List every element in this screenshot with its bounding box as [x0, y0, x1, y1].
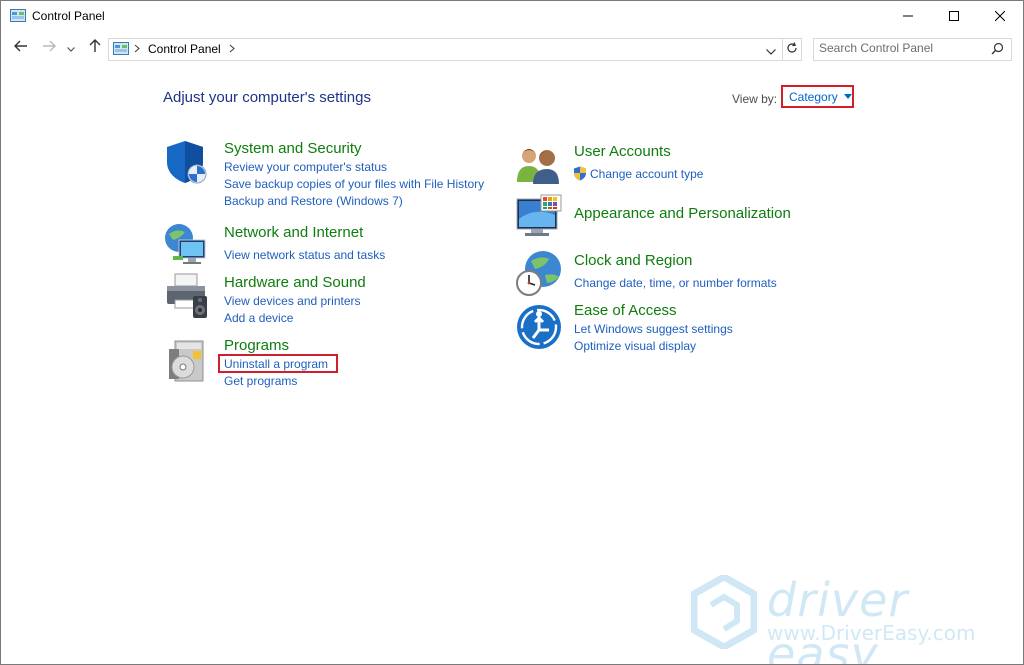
category-programs[interactable]: Programs: [224, 337, 289, 354]
uac-shield-icon: [573, 166, 587, 186]
link-optimize-visual-display[interactable]: Optimize visual display: [574, 339, 696, 353]
link-backup-and-restore[interactable]: Backup and Restore (Windows 7): [224, 194, 403, 208]
dropdown-caret-icon: [843, 94, 852, 99]
users-icon[interactable]: [515, 142, 563, 190]
view-by-value: Category: [789, 89, 838, 104]
control-panel-app-icon: [10, 9, 26, 22]
programs-disc-icon[interactable]: [163, 337, 211, 385]
arrow-right-icon: [42, 39, 56, 57]
link-view-devices-and-printers[interactable]: View devices and printers: [224, 294, 361, 308]
link-review-computer-status[interactable]: Review your computer's status: [224, 160, 387, 174]
category-user-accounts[interactable]: User Accounts: [574, 143, 671, 160]
breadcrumb-chevron-icon[interactable]: [229, 41, 235, 56]
forward-button[interactable]: [39, 38, 59, 58]
link-add-a-device[interactable]: Add a device: [224, 311, 293, 325]
address-bar[interactable]: Control Panel: [108, 38, 783, 61]
recent-locations-button[interactable]: [64, 38, 78, 58]
refresh-button[interactable]: [782, 38, 802, 61]
monitor-palette-icon[interactable]: [515, 193, 563, 241]
uninstall-highlight-box: [218, 354, 338, 373]
watermark-brand: driver easy: [767, 573, 909, 665]
view-by-dropdown[interactable]: Category: [781, 85, 854, 108]
category-system-and-security[interactable]: System and Security: [224, 140, 362, 157]
up-button[interactable]: [85, 38, 105, 58]
arrow-left-icon: [14, 39, 28, 57]
view-by-label: View by:: [732, 92, 778, 106]
control-panel-icon: [113, 42, 129, 55]
minimize-button[interactable]: [885, 1, 931, 32]
breadcrumb-control-panel[interactable]: Control Panel: [148, 42, 221, 56]
driver-easy-logo-icon: [690, 572, 758, 654]
driver-easy-watermark: driver easy www.DriverEasy.com: [690, 572, 1011, 664]
link-change-account-type[interactable]: Change account type: [590, 167, 703, 181]
printer-speaker-icon[interactable]: [163, 272, 211, 320]
page-heading: Adjust your computer's settings: [163, 89, 371, 106]
minimize-icon: [903, 8, 913, 26]
chevron-down-icon: [67, 39, 75, 57]
search-input[interactable]: [819, 41, 989, 55]
category-clock-and-region[interactable]: Clock and Region: [574, 252, 692, 269]
close-icon: [994, 8, 1006, 26]
clock-globe-icon[interactable]: [515, 249, 563, 297]
category-ease-of-access[interactable]: Ease of Access: [574, 302, 677, 319]
arrow-up-icon: [89, 38, 101, 58]
maximize-icon: [949, 8, 959, 26]
breadcrumb-chevron-icon[interactable]: [134, 41, 140, 56]
close-button[interactable]: [977, 1, 1023, 32]
title-bar[interactable]: Control Panel: [1, 1, 1023, 32]
link-save-backup-file-history[interactable]: Save backup copies of your files with Fi…: [224, 177, 484, 191]
ease-of-access-icon[interactable]: [515, 303, 563, 351]
category-appearance-and-personalization[interactable]: Appearance and Personalization: [574, 205, 791, 222]
network-globe-icon[interactable]: [163, 220, 211, 268]
link-let-windows-suggest-settings[interactable]: Let Windows suggest settings: [574, 322, 733, 336]
search-box[interactable]: [813, 38, 1012, 61]
address-dropdown-chevron-icon[interactable]: [766, 42, 776, 60]
back-button[interactable]: [11, 38, 31, 58]
link-get-programs[interactable]: Get programs: [224, 374, 297, 388]
window-title: Control Panel: [32, 9, 105, 23]
watermark-url: www.DriverEasy.com: [767, 621, 976, 645]
maximize-button[interactable]: [931, 1, 977, 32]
navigation-bar: Control Panel: [1, 32, 1023, 65]
refresh-icon: [786, 41, 798, 59]
search-icon[interactable]: [991, 42, 1004, 60]
category-hardware-and-sound[interactable]: Hardware and Sound: [224, 274, 366, 291]
control-panel-window: Control Panel Control Panel Search Contr…: [0, 0, 1024, 665]
link-view-network-status[interactable]: View network status and tasks: [224, 248, 385, 262]
category-network-and-internet[interactable]: Network and Internet: [224, 224, 363, 241]
link-change-date-time-number-formats[interactable]: Change date, time, or number formats: [574, 276, 777, 290]
shield-icon[interactable]: [163, 138, 211, 186]
